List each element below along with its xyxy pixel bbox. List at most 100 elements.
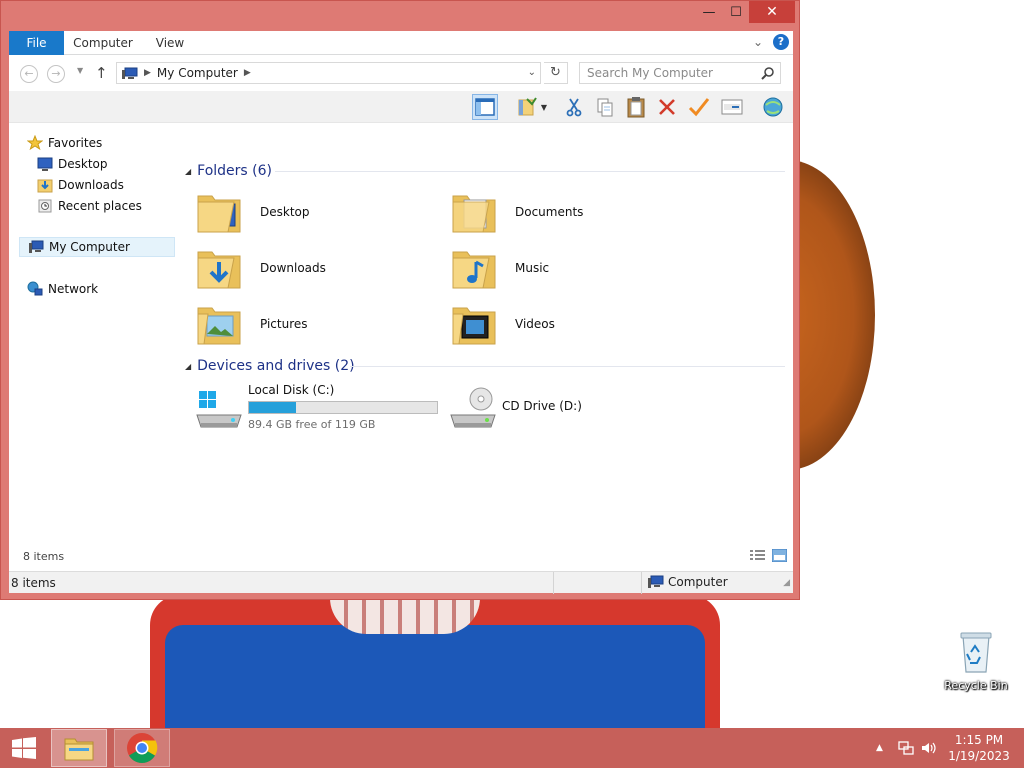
nav-network[interactable]: Network [27,279,98,299]
drive-c-usage-bar [248,401,438,414]
search-icon[interactable] [760,65,776,81]
group-divider [275,171,785,172]
explorer-window: — ☐ ✕ File Computer View ⌄ ? ← → ▼ ↑ ▶ M… [0,0,800,600]
drives-group-header[interactable]: ◢ Devices and drives (2) [175,355,355,377]
videos-folder-icon [452,307,496,345]
help-icon[interactable]: ? [773,34,789,50]
window-body: File Computer View ⌄ ? ← → ▼ ↑ ▶ My Comp… [9,31,793,594]
nav-my-computer[interactable]: My Computer [19,237,175,257]
close-button[interactable]: ✕ [749,1,795,23]
copy-button[interactable] [592,94,618,120]
status-bar: 8 items Computer ◢ [9,571,793,594]
search-box[interactable]: Search My Computer [579,62,781,84]
hard-drive-icon [196,391,242,428]
nav-desktop[interactable]: Desktop [37,154,108,174]
drives-header-label: Devices and drives (2) [197,358,355,374]
recycle-bin-icon [960,632,992,673]
properties-icon [518,97,537,116]
clock-date: 1/19/2023 [948,749,1010,763]
downloads-folder-icon [197,251,241,289]
tab-file[interactable]: File [9,31,64,55]
cut-button[interactable] [561,94,587,120]
taskbar-file-explorer[interactable] [51,729,107,767]
collapse-triangle-icon[interactable]: ◢ [185,167,191,176]
checkmark-icon [688,98,710,117]
folder-downloads[interactable]: Downloads [195,243,326,293]
taskbar-chrome[interactable] [114,729,170,767]
chevron-down-icon[interactable]: ⌄ [753,35,763,49]
nav-downloads[interactable]: Downloads [37,175,124,195]
rename-button[interactable] [686,94,712,120]
large-icons-view-icon[interactable] [772,549,787,562]
folder-pictures[interactable]: Pictures [195,299,308,349]
folders-group-header[interactable]: ◢ Folders (6) [175,160,272,182]
layout-pane-button[interactable] [472,94,498,120]
recent-locations-chevron-icon[interactable]: ▼ [77,66,83,75]
maximize-button[interactable]: ☐ [723,1,749,23]
breadcrumb-separator-icon[interactable]: ▶ [144,68,151,78]
properties-button[interactable]: ▼ [514,94,550,120]
folder-music-label: Music [515,261,550,275]
address-row: ← → ▼ ↑ ▶ My Computer ▶ ⌄ ↻ Search My Co… [9,55,793,91]
nav-favorites[interactable]: Favorites [27,133,102,153]
collapse-triangle-icon[interactable]: ◢ [185,362,191,371]
network-icon [27,281,43,296]
nav-downloads-label: Downloads [58,178,124,192]
computer-icon [648,575,664,588]
copy-icon [597,98,613,117]
status-divider [553,572,554,594]
globe-icon [763,97,783,117]
drive-local-disk-c[interactable]: Local Disk (C:) 89.4 GB free of 119 GB [195,383,440,437]
desktop-folder-icon [197,195,241,233]
nav-recent-places[interactable]: Recent places [37,196,142,216]
documents-folder-icon [452,195,496,233]
folder-documents[interactable]: Documents [450,187,583,237]
resize-grip-icon[interactable]: ◢ [783,578,790,588]
refresh-icon[interactable]: ↻ [544,62,568,84]
details-view-icon[interactable] [750,549,765,562]
network-globe-button[interactable] [760,94,786,120]
tab-computer[interactable]: Computer [71,31,135,55]
recycle-bin-label: Recycle Bin [944,679,1008,692]
delete-button[interactable] [654,94,680,120]
properties-dropdown-icon[interactable]: ▼ [541,103,547,112]
drive-cd-d[interactable]: CD Drive (D:) [449,383,649,437]
folder-music[interactable]: Music [450,243,549,293]
window-icon [721,99,743,115]
network-status-icon[interactable] [898,728,914,768]
taskbar-clock[interactable]: 1:15 PM 1/19/2023 [944,732,1014,764]
search-input[interactable]: Search My Computer [587,66,760,80]
recycle-bin-shortcut[interactable]: Recycle Bin [940,630,1012,692]
start-button[interactable] [0,728,48,768]
folders-header-label: Folders (6) [197,163,272,179]
group-divider [350,366,785,367]
status-location: Computer [647,575,728,589]
cut-scissors-icon [566,98,582,117]
music-folder-icon [452,251,496,289]
address-bar[interactable]: ▶ My Computer ▶ ⌄ [116,62,541,84]
computer-icon [29,240,44,253]
window-titlebar[interactable]: — ☐ ✕ [1,1,799,31]
up-arrow-icon[interactable]: ↑ [95,64,108,82]
cd-drive-icon [450,387,496,428]
status-location-label: Computer [668,575,728,589]
tab-view[interactable]: View [147,31,193,55]
breadcrumb-separator-icon[interactable]: ▶ [244,68,251,78]
folder-desktop[interactable]: Desktop [195,187,310,237]
back-arrow-icon[interactable]: ← [20,65,38,83]
downloads-icon [37,179,53,193]
minimize-button[interactable]: — [695,1,723,23]
forward-arrow-icon[interactable]: → [47,65,65,83]
desktop-icon [37,157,53,171]
open-window-button[interactable] [719,94,745,120]
volume-icon[interactable] [921,728,937,768]
paste-clipboard-icon [627,97,645,118]
nav-favorites-label: Favorites [48,136,103,150]
show-hidden-icons-icon[interactable]: ▲ [876,728,883,768]
paste-button[interactable] [623,94,649,120]
address-dropdown-icon[interactable]: ⌄ [528,67,536,78]
breadcrumb-my-computer[interactable]: My Computer [157,66,238,80]
wallpaper-mouth-shape [330,598,480,634]
folder-videos[interactable]: Videos [450,299,555,349]
nav-desktop-label: Desktop [58,157,108,171]
